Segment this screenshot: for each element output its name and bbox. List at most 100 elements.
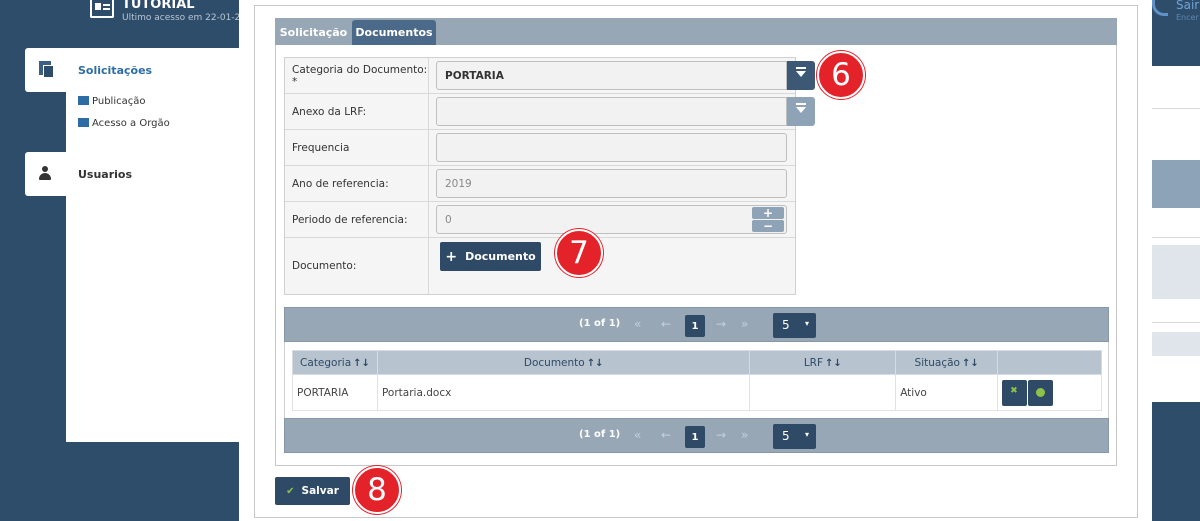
col-lrf[interactable]: LRF ↑↓ [749,350,897,375]
first-page-button[interactable]: « [634,428,641,442]
table-row: PORTARIA Portaria.docx Ativo [292,374,1102,411]
anexo-select[interactable] [436,97,787,126]
next-page-button[interactable]: → [716,317,726,331]
sidebar-tab-solicitacoes[interactable] [25,48,69,92]
page-count: (1 of 1) [579,318,621,329]
col-label: LRF [803,356,823,369]
categoria-label: Categoria do Documento: * [285,58,429,93]
add-user-icon [78,118,89,127]
paginator-top: (1 of 1) « ← 1 → » 5 ▾ [284,307,1109,342]
sidebar-item-label: Acesso a Orgão [92,118,170,129]
sidebar-tab-usuarios[interactable] [25,152,69,196]
download-document-button[interactable] [1028,379,1054,406]
form-row-periodo: Periodo de referencia: 0 + − [285,202,795,238]
documents-icon [39,61,54,78]
add-document-button[interactable]: + Documento [440,242,541,271]
form-row-ano: Ano de referencia: 2019 [285,166,795,202]
sort-icon: ↑↓ [961,357,979,369]
chevron-down-icon [796,67,806,77]
anexo-dropdown-button[interactable] [787,97,815,126]
anexo-label: Anexo da LRF: [285,94,429,129]
app-title: TUTORIAL [122,0,195,12]
caret-down-icon: ▾ [805,319,810,328]
next-page-button[interactable]: → [716,428,726,442]
remove-document-button[interactable] [1002,379,1028,406]
background-band [1152,160,1200,208]
periodo-input[interactable]: 0 [436,205,787,234]
sidebar-item-solicitacoes[interactable]: Solicitações [78,64,152,77]
col-actions [997,350,1102,375]
periodo-spinner: + − [752,207,784,234]
callout-7: 7 [555,229,603,277]
sidebar-item-label: Publicação [92,96,146,107]
sidebar [66,48,242,442]
col-documento[interactable]: Documento ↑↓ [376,350,751,375]
page-count: (1 of 1) [579,429,621,440]
sidebar-item-acesso-orgao[interactable]: Acesso a Orgão [78,118,170,129]
documento-label: Documento: [285,238,429,294]
col-label: Categoria [300,356,352,369]
first-page-button[interactable]: « [634,317,641,331]
background-band [1152,245,1200,299]
callout-6: 6 [817,51,865,99]
tab-documentos[interactable]: Documentos [352,20,436,45]
logout-sub: Encer [1176,13,1199,22]
sort-icon: ↑↓ [353,357,370,369]
background-band [1152,332,1200,356]
rows-per-page-select[interactable]: 5 ▾ [773,313,816,338]
col-label: Situação [914,356,960,369]
page-1-button[interactable]: 1 [685,315,705,337]
tab-bar: Solicitação Documentos [275,18,1117,45]
categoria-select[interactable]: PORTARIA [436,61,787,90]
user-icon [39,166,51,182]
col-categoria[interactable]: Categoria ↑↓ [292,350,378,375]
rows-per-page-value: 5 [782,318,790,332]
paginator-bottom: (1 of 1) « ← 1 → » 5 ▾ [284,418,1109,453]
cell-documento: Portaria.docx [376,374,751,411]
documents-table-wrap: Categoria ↑↓ Documento ↑↓ LRF ↑↓ Situação ↑↓… [284,342,1109,418]
col-situacao[interactable]: Situação ↑↓ [895,350,999,375]
categoria-dropdown-button[interactable] [787,61,815,90]
logout-link[interactable]: Sair [1176,0,1199,12]
cell-situacao: Ativo [895,374,999,411]
rows-per-page-select[interactable]: 5 ▾ [773,424,816,449]
form-row-anexo: Anexo da LRF: [285,94,815,130]
divider [1152,108,1200,109]
sort-icon: ↑↓ [586,357,604,369]
sidebar-item-publicacao[interactable]: Publicação [78,96,145,107]
add-document-label: Documento [465,250,536,263]
chevron-down-icon [796,103,806,113]
form-row-categoria: Categoria do Documento: * PORTARIA [285,58,815,94]
sort-icon: ↑↓ [825,357,842,369]
divider [1152,322,1200,323]
last-page-button[interactable]: » [741,428,748,442]
cell-lrf [749,374,897,411]
plus-icon: + [445,248,458,265]
ano-input[interactable]: 2019 [436,169,787,198]
increment-button[interactable]: + [752,207,784,219]
ano-label: Ano de referencia: [285,166,429,201]
last-page-button[interactable]: » [741,317,748,331]
sidebar-item-usuarios[interactable]: Usuarios [78,168,132,181]
tab-solicitacao[interactable]: Solicitação [275,20,352,45]
caret-down-icon: ▾ [805,430,810,439]
periodo-label: Periodo de referencia: [285,202,429,237]
cell-categoria: PORTARIA [292,374,378,411]
page-1-button[interactable]: 1 [685,426,705,448]
cell-actions [997,374,1102,411]
app-logo-icon [90,0,114,18]
check-icon: ✔ [286,485,295,497]
callout-8: 8 [353,466,401,514]
col-label: Documento [523,356,585,369]
last-access-text: Ultimo acesso em 22-01-2019 [122,13,258,23]
frequencia-input[interactable] [436,133,787,162]
prev-page-button[interactable]: ← [661,317,671,331]
upload-icon [78,96,89,105]
prev-page-button[interactable]: ← [661,428,671,442]
rows-per-page-value: 5 [782,429,790,443]
form-row-frequencia: Frequencia [285,130,795,166]
divider [1152,237,1200,238]
save-button[interactable]: ✔ Salvar [275,477,350,505]
decrement-button[interactable]: − [752,220,784,232]
save-label: Salvar [301,485,339,497]
